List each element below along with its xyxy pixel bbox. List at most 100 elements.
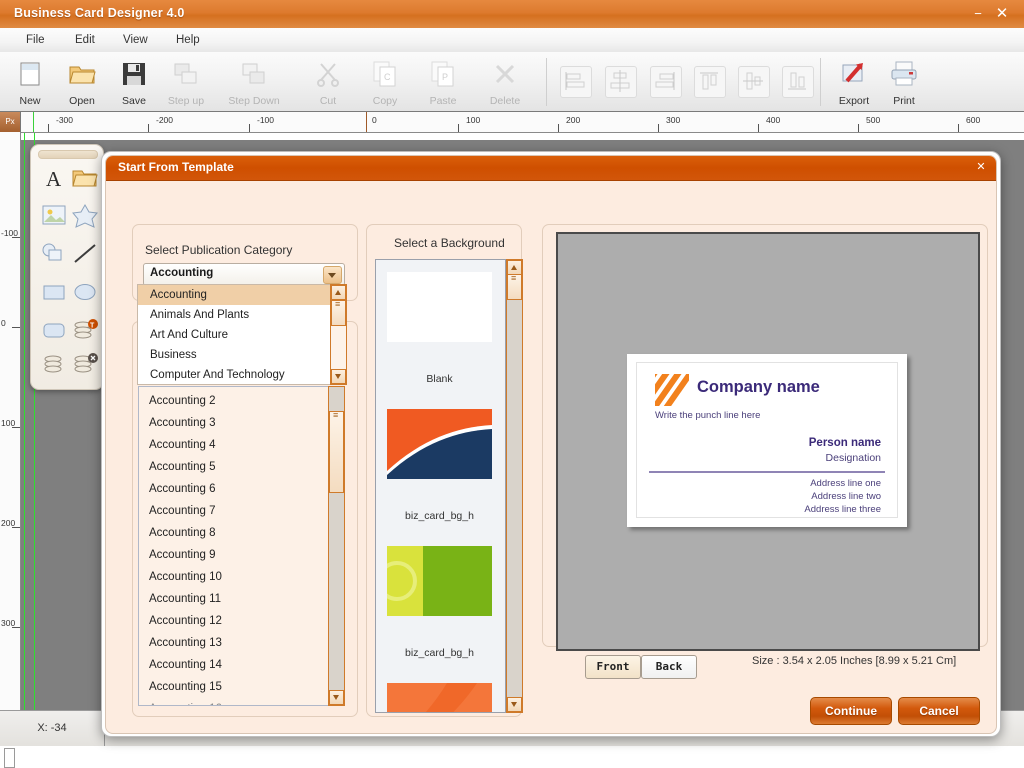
dropdown-scroll-thumb[interactable] — [331, 300, 346, 326]
toolbar-step-down-button[interactable]: Step Down — [226, 55, 282, 109]
align-center-horizontal-button[interactable] — [605, 66, 637, 98]
business-card-preview[interactable]: Company name Write the punch line here P… — [627, 354, 907, 527]
image-tool-icon[interactable] — [40, 203, 70, 231]
dropdown-option-business[interactable]: Business — [138, 345, 342, 365]
dropdown-option-animals-and-plants[interactable]: Animals And Plants — [138, 305, 342, 325]
background-item-orange-navy[interactable]: biz_card_bg_h — [376, 397, 503, 535]
template-scroll-thumb[interactable] — [329, 411, 344, 493]
toolbar-paste-label: Paste — [415, 95, 471, 107]
background-caption-orange-navy: biz_card_bg_h — [376, 510, 503, 522]
close-button[interactable]: ✕ — [994, 6, 1010, 22]
background-scroll-down-button[interactable] — [507, 697, 522, 712]
toolbar-print-button[interactable]: Print — [876, 55, 932, 109]
background-thumb-orange-navy — [387, 409, 492, 479]
align-right-button[interactable] — [650, 66, 682, 98]
rounded-rect-tool-icon[interactable] — [40, 317, 70, 345]
template-scroll-down-button[interactable] — [329, 690, 344, 705]
dropdown-scroll-up-button[interactable] — [331, 285, 346, 300]
vertical-ruler[interactable]: -100 0 100 200 300 — [0, 132, 21, 710]
dropdown-option-accounting[interactable]: Accounting — [138, 285, 342, 305]
menu-file[interactable]: File — [16, 32, 55, 48]
card-person-name: Person name — [809, 437, 881, 449]
background-list[interactable]: Blank biz_card_bg_h biz_card_bg_h — [375, 259, 506, 713]
layers-tool-icon[interactable] — [40, 351, 70, 379]
front-side-button[interactable]: Front — [585, 655, 641, 679]
align-bottom-button[interactable] — [782, 66, 814, 98]
template-item-accounting-15[interactable]: Accounting 15 — [149, 681, 222, 693]
layer-text-tool-icon[interactable]: T — [71, 317, 101, 345]
ellipse-tool-icon[interactable] — [71, 279, 101, 307]
svg-text:T: T — [90, 323, 95, 330]
dropdown-option-computer-and-technology[interactable]: Computer And Technology — [138, 365, 342, 385]
menu-edit[interactable]: Edit — [65, 32, 105, 48]
bottom-scroll-nub[interactable] — [4, 748, 15, 768]
template-item-accounting-16[interactable]: Accounting 16 — [149, 703, 222, 706]
dropdown-option-art-and-culture[interactable]: Art And Culture — [138, 325, 342, 345]
template-item-accounting-12[interactable]: Accounting 12 — [149, 615, 222, 627]
back-side-button[interactable]: Back — [641, 655, 697, 679]
title-bar: Business Card Designer 4.0 − ✕ — [0, 0, 1024, 29]
bottom-strip — [0, 746, 1024, 768]
template-item-accounting-10[interactable]: Accounting 10 — [149, 571, 222, 583]
template-item-accounting-6[interactable]: Accounting 6 — [149, 483, 216, 495]
background-list-scrollbar[interactable] — [506, 259, 523, 713]
template-item-accounting-4[interactable]: Accounting 4 — [149, 439, 216, 451]
menu-help[interactable]: Help — [166, 32, 210, 48]
template-list[interactable]: Accounting 2 Accounting 3 Accounting 4 A… — [138, 386, 336, 706]
rectangle-tool-icon[interactable] — [40, 279, 70, 307]
main-toolbar: New Open Save Step up Step Down — [0, 52, 1024, 112]
toolbar-step-up-button[interactable]: Step up — [158, 55, 214, 109]
shape-star-tool-icon[interactable] — [71, 203, 101, 231]
template-item-accounting-7[interactable]: Accounting 7 — [149, 505, 216, 517]
template-item-accounting-14[interactable]: Accounting 14 — [149, 659, 222, 671]
template-item-accounting-2[interactable]: Accounting 2 — [149, 395, 216, 407]
chevron-down-icon[interactable] — [323, 266, 342, 284]
align-middle-vertical-button[interactable] — [738, 66, 770, 98]
align-left-button[interactable] — [560, 66, 592, 98]
toolbar-save-button[interactable]: Save — [106, 55, 162, 109]
cancel-button[interactable]: Cancel — [898, 697, 980, 725]
template-item-accounting-5[interactable]: Accounting 5 — [149, 461, 216, 473]
ruler-unit-corner[interactable]: Px — [0, 112, 21, 132]
align-left-icon — [561, 82, 589, 99]
toolbar-export-button[interactable]: Export — [826, 55, 882, 109]
template-list-scrollbar[interactable] — [328, 386, 345, 706]
category-dropdown-scrollbar[interactable] — [330, 284, 347, 385]
toolbar-new-button[interactable]: New — [2, 55, 58, 109]
toolbar-open-button[interactable]: Open — [54, 55, 110, 109]
tool-palette[interactable]: A T — [30, 144, 104, 390]
canvas-page-top — [20, 132, 1024, 140]
card-company-name: Company name — [697, 378, 820, 397]
group-tool-icon[interactable] — [40, 241, 70, 269]
text-tool-icon[interactable]: A — [40, 165, 70, 193]
toolbar-paste-button[interactable]: P Paste — [415, 55, 471, 109]
background-item-orange-swirl[interactable] — [376, 671, 503, 713]
palette-drag-handle[interactable] — [38, 150, 98, 159]
toolbar-cut-button[interactable]: Cut — [300, 55, 356, 109]
menu-view[interactable]: View — [113, 32, 158, 48]
layer-delete-tool-icon[interactable] — [71, 351, 101, 379]
category-combobox-value: Accounting — [150, 267, 213, 279]
horizontal-ruler[interactable]: -300 -200 -100 0 100 200 300 400 500 600 — [0, 112, 1024, 133]
align-top-button[interactable] — [694, 66, 726, 98]
toolbar-copy-button[interactable]: C Copy — [357, 55, 413, 109]
dropdown-scroll-down-button[interactable] — [331, 369, 346, 384]
background-item-yellow-green[interactable]: biz_card_bg_h — [376, 534, 503, 672]
hruler-tick-m100: -100 — [257, 115, 274, 125]
toolbar-delete-button[interactable]: Delete — [477, 55, 533, 109]
open-file-tool-icon[interactable] — [71, 165, 101, 193]
minimize-button[interactable]: − — [970, 6, 986, 22]
background-item-blank[interactable]: Blank — [376, 260, 503, 398]
template-item-accounting-3[interactable]: Accounting 3 — [149, 417, 216, 429]
card-address-line-3: Address line three — [804, 504, 881, 515]
background-scroll-thumb[interactable] — [507, 274, 522, 300]
line-tool-icon[interactable] — [71, 241, 101, 269]
template-item-accounting-9[interactable]: Accounting 9 — [149, 549, 216, 561]
template-item-accounting-8[interactable]: Accounting 8 — [149, 527, 216, 539]
template-item-accounting-11[interactable]: Accounting 11 — [149, 593, 221, 605]
continue-button[interactable]: Continue — [810, 697, 892, 725]
category-dropdown-list[interactable]: Accounting Animals And Plants Art And Cu… — [137, 284, 345, 385]
dialog-close-button[interactable]: ✕ — [974, 160, 988, 174]
category-combobox[interactable]: Accounting — [143, 263, 345, 286]
template-item-accounting-13[interactable]: Accounting 13 — [149, 637, 222, 649]
